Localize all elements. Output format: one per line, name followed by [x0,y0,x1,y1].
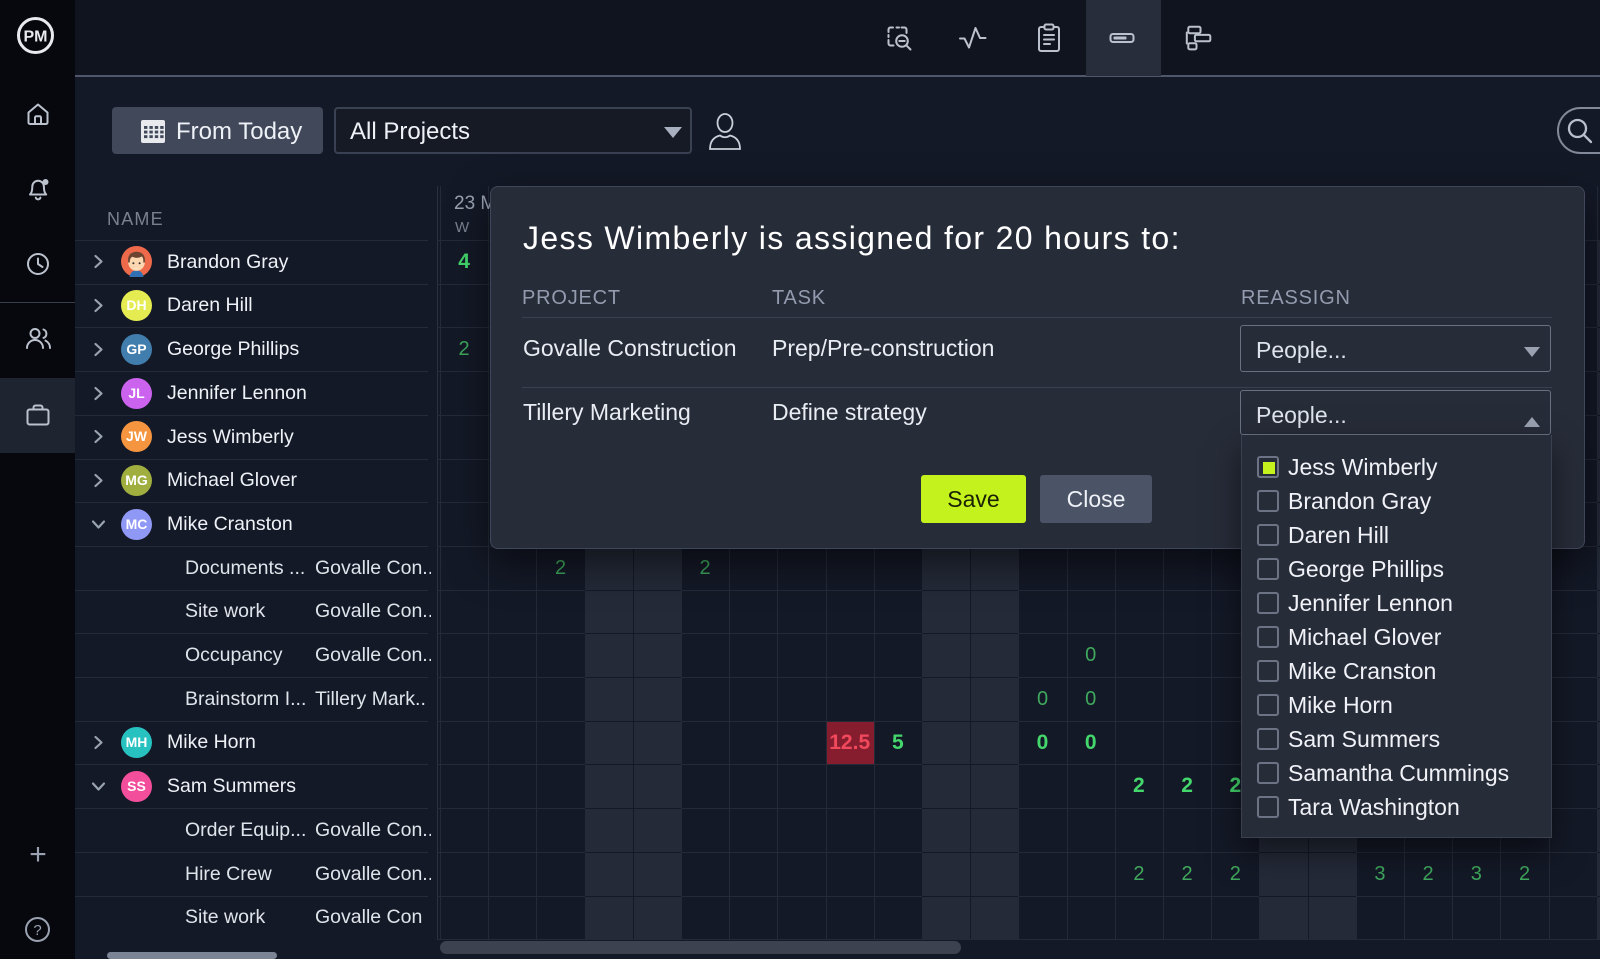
svg-text:?: ? [33,922,41,939]
svg-text:PM: PM [24,29,48,46]
